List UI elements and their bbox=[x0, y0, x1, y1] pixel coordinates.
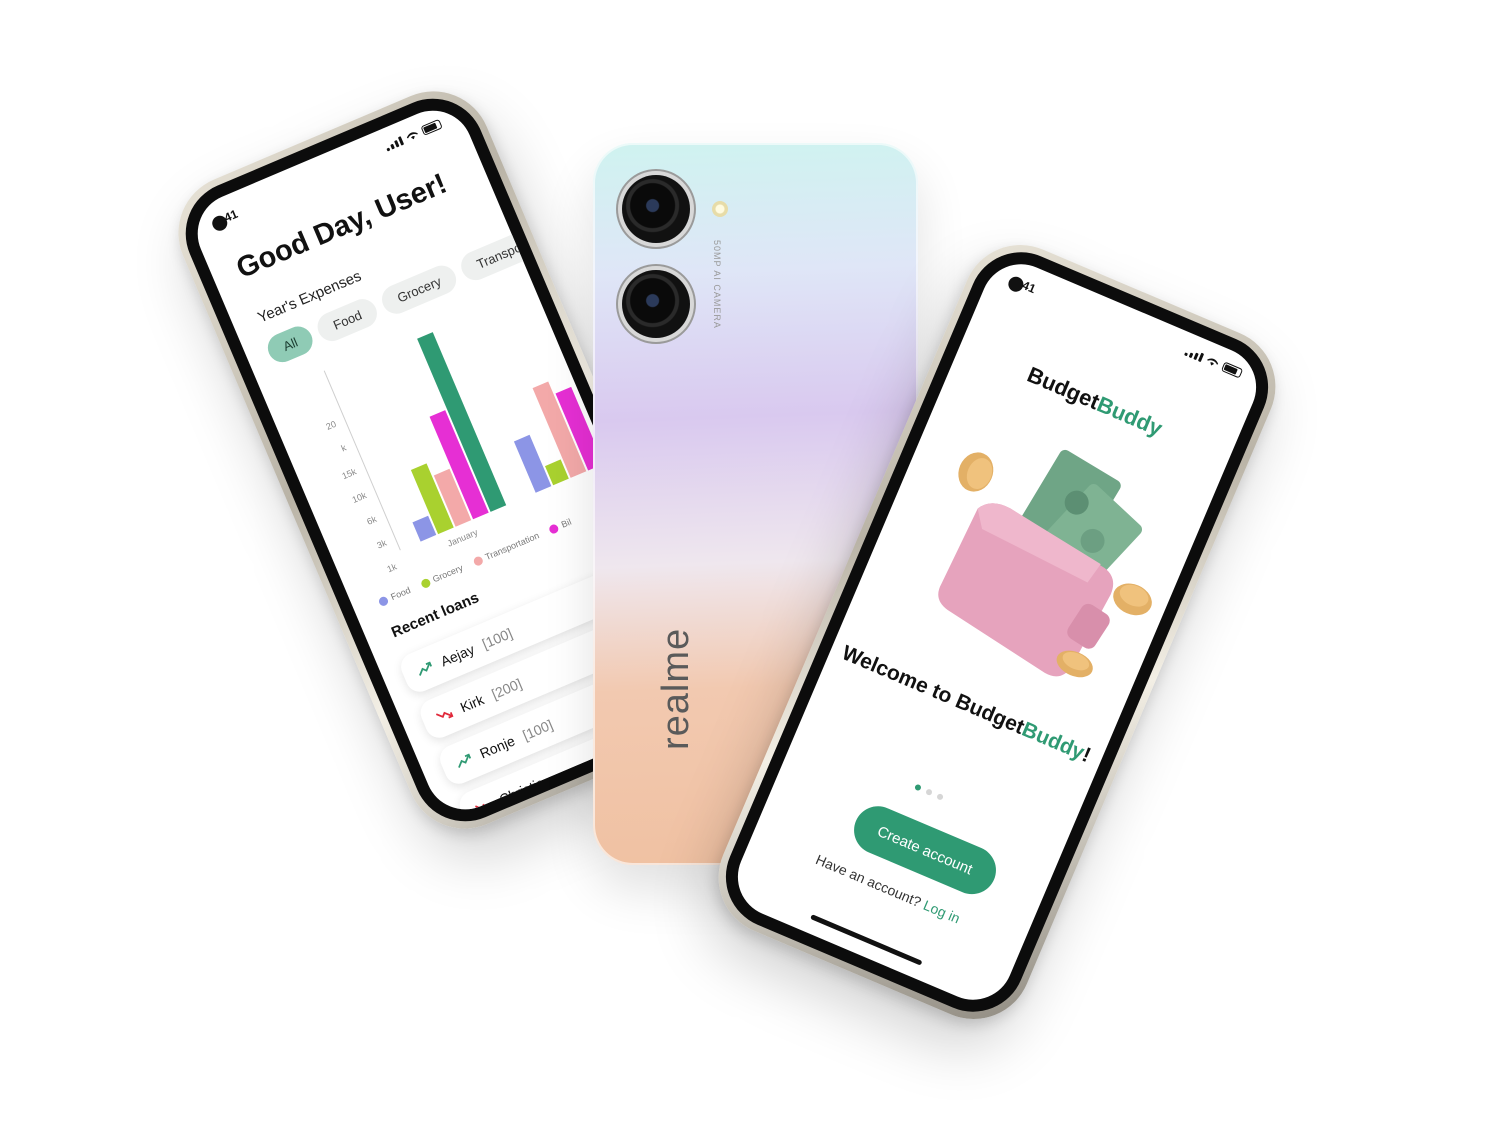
legend-swatch-transportation bbox=[471, 554, 484, 567]
filter-chip-all[interactable]: All bbox=[263, 321, 318, 367]
x-tick-label: January bbox=[446, 527, 480, 549]
legend-label: Bil bbox=[559, 516, 573, 530]
pager-dot-active[interactable] bbox=[914, 783, 922, 792]
camera-flash bbox=[712, 201, 728, 217]
legend-swatch-food bbox=[377, 594, 390, 607]
loan-name: Ronje bbox=[477, 732, 518, 762]
wifi-icon bbox=[1207, 358, 1219, 366]
legend-item: Bil bbox=[547, 516, 573, 535]
bar-food bbox=[513, 434, 552, 493]
y-tick-label: 3k bbox=[375, 537, 388, 550]
home-indicator[interactable] bbox=[810, 914, 923, 966]
pager-dot[interactable] bbox=[936, 792, 944, 801]
pager-dot[interactable] bbox=[925, 788, 933, 797]
trend-up-icon bbox=[419, 661, 433, 676]
y-tick-label: 1k bbox=[386, 561, 399, 574]
battery-icon bbox=[420, 118, 443, 136]
logo-text: Budget bbox=[1023, 361, 1104, 415]
greeting-title: Good Day, User! bbox=[231, 167, 452, 286]
battery-icon bbox=[1220, 361, 1244, 379]
loan-name: Aejay bbox=[438, 641, 477, 670]
y-tick-label: 15k bbox=[341, 466, 359, 481]
secondary-camera-lens bbox=[622, 270, 690, 338]
brand-logo: realme bbox=[655, 627, 697, 750]
mockup-stage: 41 Good Day, User! Year's Expenses All F… bbox=[0, 0, 1500, 1125]
y-tick-label: 6k bbox=[365, 514, 378, 527]
loan-amount: [200] bbox=[489, 675, 525, 703]
login-link[interactable]: Log in bbox=[921, 897, 962, 927]
y-axis bbox=[323, 370, 401, 551]
y-tick-label: 10k bbox=[351, 490, 369, 505]
main-camera-lens bbox=[622, 175, 690, 243]
trend-down-icon bbox=[435, 711, 454, 719]
signal-icon bbox=[1184, 347, 1205, 363]
signal-icon bbox=[384, 136, 405, 152]
legend-swatch-bills bbox=[547, 522, 560, 535]
loan-amount: [100] bbox=[520, 716, 556, 744]
logo-text-accent: Buddy bbox=[1093, 391, 1167, 442]
status-icons bbox=[384, 118, 443, 152]
camera-label: 50MP AI CAMERA bbox=[712, 240, 722, 329]
welcome-text-accent: Buddy bbox=[1018, 717, 1088, 765]
loan-amount: [100] bbox=[479, 624, 515, 652]
status-icons bbox=[1184, 346, 1244, 379]
trend-up-icon bbox=[458, 753, 472, 768]
y-tick-label: k bbox=[340, 442, 349, 453]
y-tick-label: 20 bbox=[325, 419, 338, 432]
loan-name: Kirk bbox=[457, 691, 487, 716]
wifi-icon bbox=[406, 132, 418, 140]
filter-chip-food[interactable]: Food bbox=[313, 294, 382, 346]
legend-label: Food bbox=[389, 584, 412, 603]
legend-swatch-grocery bbox=[419, 577, 432, 589]
